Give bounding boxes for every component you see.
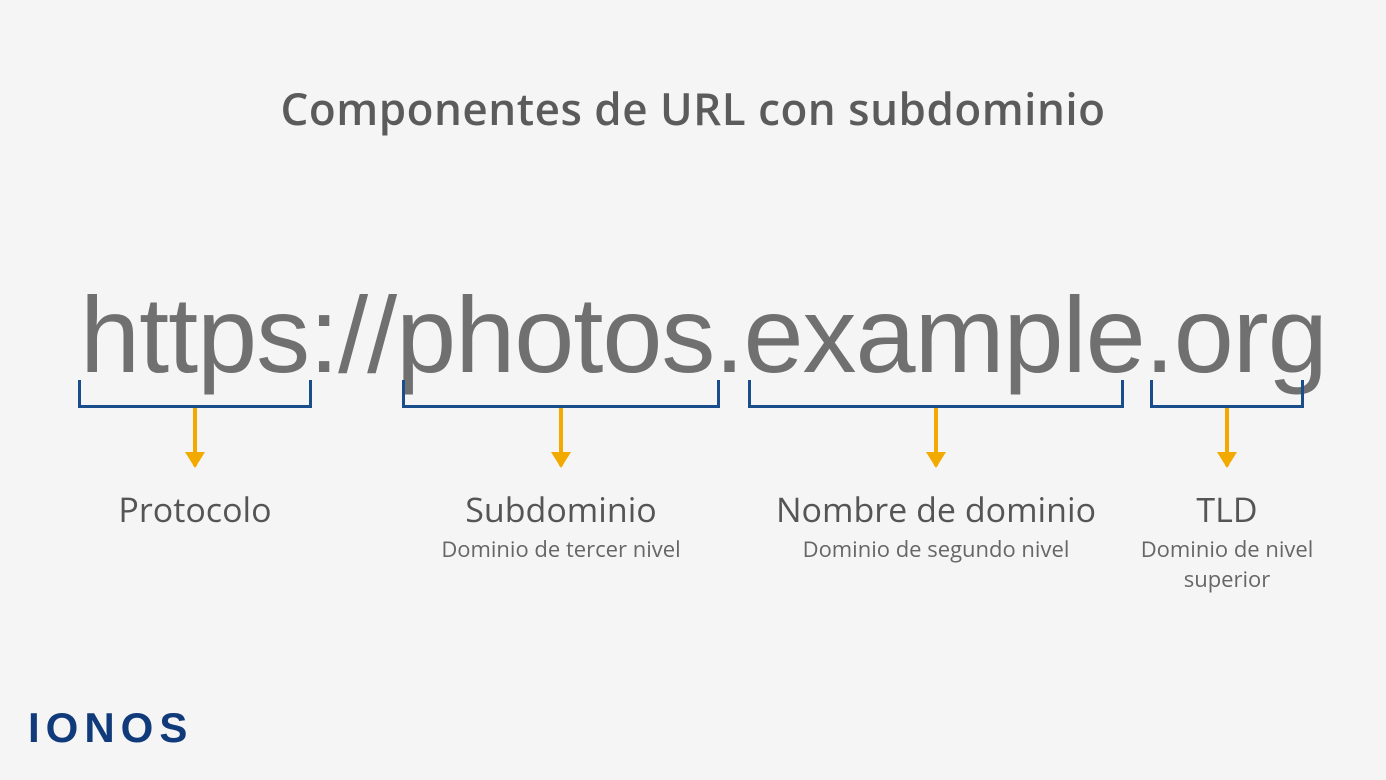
label-subdomain-sub: Dominio de tercer nivel bbox=[402, 534, 720, 564]
bracket-subdomain bbox=[402, 380, 720, 408]
label-domain: Nombre de dominio Dominio de segundo niv… bbox=[748, 486, 1124, 564]
bracket-tld bbox=[1150, 380, 1304, 408]
diagram-title: Componentes de URL con subdominio bbox=[0, 78, 1386, 138]
label-domain-sub: Dominio de segundo nivel bbox=[748, 534, 1124, 564]
url-dot2: . bbox=[1145, 274, 1174, 395]
bracket-protocol bbox=[78, 380, 312, 408]
label-protocol: Protocolo bbox=[78, 486, 312, 532]
url-protocol: https:// bbox=[80, 274, 396, 395]
label-domain-main: Nombre de dominio bbox=[748, 486, 1124, 532]
arrow-protocol bbox=[193, 408, 197, 466]
url-example: https://photos.example.org bbox=[80, 272, 1327, 397]
bracket-domain bbox=[748, 380, 1124, 408]
url-domain: example bbox=[743, 274, 1144, 395]
label-protocol-main: Protocolo bbox=[78, 486, 312, 532]
label-tld-main: TLD bbox=[1130, 486, 1324, 532]
url-subdomain: photos bbox=[396, 274, 714, 395]
url-tld: org bbox=[1174, 274, 1327, 395]
label-subdomain: Subdominio Dominio de tercer nivel bbox=[402, 486, 720, 564]
arrow-domain bbox=[934, 408, 938, 466]
label-tld-sub: Dominio de nivel superior bbox=[1130, 534, 1324, 594]
label-tld: TLD Dominio de nivel superior bbox=[1130, 486, 1324, 594]
arrow-tld bbox=[1225, 408, 1229, 466]
label-subdomain-main: Subdominio bbox=[402, 486, 720, 532]
url-dot1: . bbox=[714, 274, 743, 395]
ionos-logo: IONOS bbox=[28, 704, 193, 752]
arrow-subdomain bbox=[559, 408, 563, 466]
